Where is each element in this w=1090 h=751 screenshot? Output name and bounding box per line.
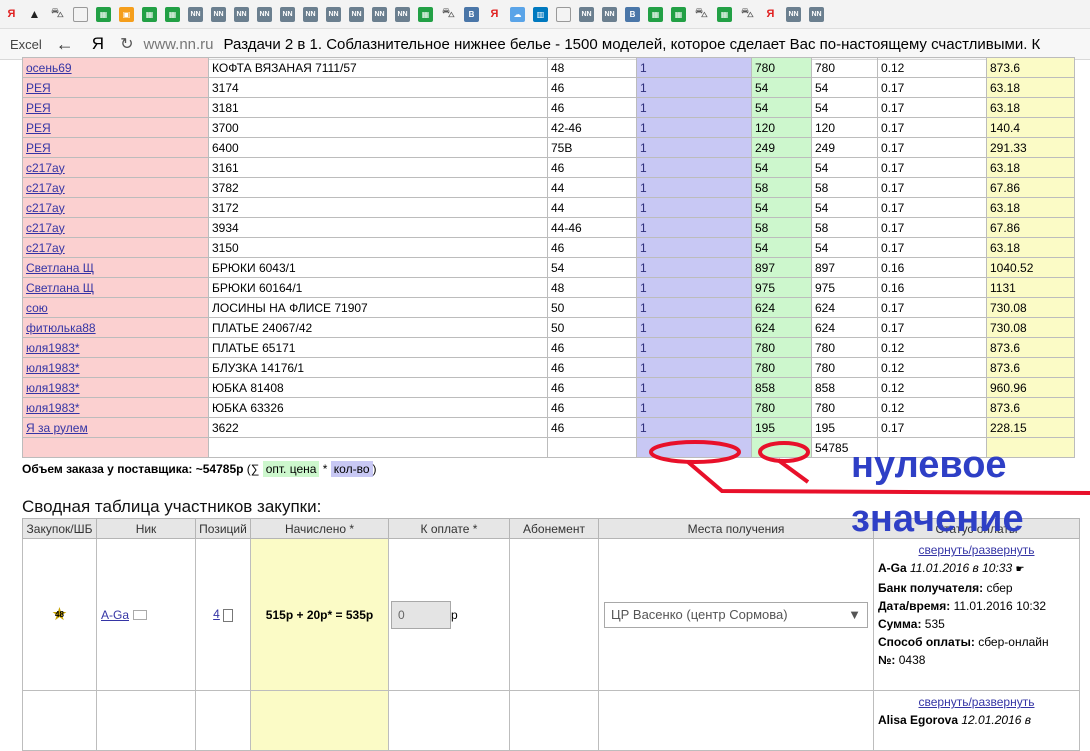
- annotation-line1: нулевое: [851, 444, 1007, 486]
- annotation-circle: [649, 440, 741, 464]
- annotation-line2: значение: [851, 498, 1024, 540]
- annotation-circle: [758, 441, 810, 463]
- annotation-label: нулевое значение: [851, 438, 1024, 546]
- annotation-overlay: [649, 440, 1090, 495]
